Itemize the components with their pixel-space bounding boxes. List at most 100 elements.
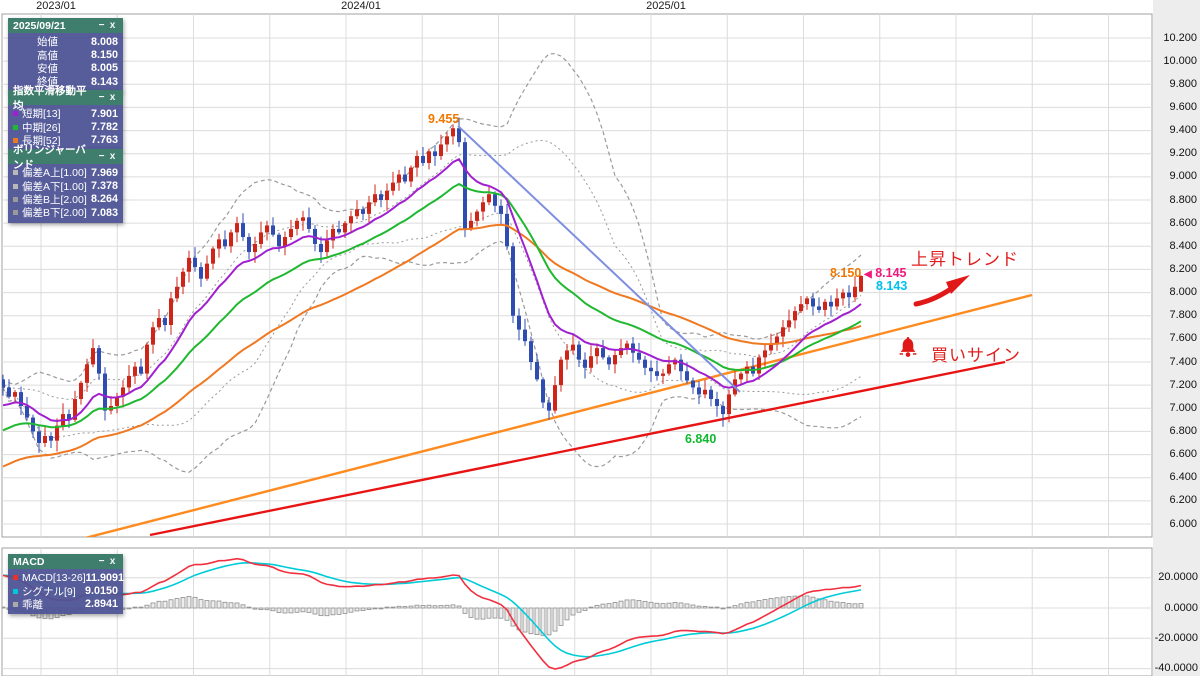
close-button[interactable]: x <box>107 556 118 567</box>
quote-panel-header: 2025/09/21 − x <box>8 18 123 33</box>
macd-histogram-bar <box>174 598 180 609</box>
signal-dot <box>13 588 18 594</box>
candle <box>595 348 599 357</box>
candle <box>85 364 89 383</box>
signal-row: シグナル[9] 9.0150 <box>8 584 123 598</box>
macd-panel-body: MACD[13-26] 11.9091 シグナル[9] 9.0150 乖離 2.894… <box>8 569 124 615</box>
candle <box>229 232 233 247</box>
high-row: 高値 8.150 <box>37 49 118 62</box>
candle <box>691 380 695 388</box>
candle <box>655 371 659 376</box>
candle <box>625 343 629 349</box>
macd-histogram-bar <box>480 607 486 620</box>
macd-histogram-bar <box>132 606 138 609</box>
candle <box>685 371 689 381</box>
macd-histogram-bar <box>798 595 804 609</box>
candle <box>529 341 533 362</box>
candle <box>505 213 509 247</box>
candle <box>631 343 635 353</box>
candle <box>25 405 29 418</box>
candle <box>175 286 179 299</box>
quote-date-title: 2025/09/21 <box>13 19 66 32</box>
close-button[interactable]: x <box>107 92 118 103</box>
quote-panel[interactable]: 2025/09/21 − x 始値 8.008 高値 8.150 安値 8.005 終… <box>8 18 123 92</box>
candle <box>535 362 539 380</box>
candle <box>403 174 407 182</box>
candle <box>817 306 821 310</box>
candle <box>763 350 767 358</box>
candle <box>223 239 227 247</box>
macd-histogram-bar <box>138 606 144 609</box>
candle <box>451 128 455 137</box>
macd-histogram-bar <box>774 597 780 609</box>
macd-histogram-bar <box>390 606 396 609</box>
bollinger-panel[interactable]: ボリンジャーバンド − x 偏差A上[1.00] 7.969 偏差A下[1.00]… <box>8 144 123 223</box>
minimize-button[interactable]: − <box>96 556 107 567</box>
ema-panel-header: 指数平滑移動平均 − x <box>8 85 123 112</box>
macd-histogram-bar <box>162 600 168 609</box>
macd-histogram-bar <box>636 600 642 609</box>
macd-histogram-bar <box>240 604 246 609</box>
candle <box>709 389 713 400</box>
macd-histogram-bar <box>732 605 738 609</box>
macd-histogram-bar <box>630 599 636 609</box>
candle <box>409 167 413 182</box>
candle <box>613 355 617 365</box>
macd-histogram-bar <box>354 607 360 612</box>
price-macd-chart-canvas[interactable] <box>0 0 1200 676</box>
candle <box>193 257 197 268</box>
candle <box>553 385 557 411</box>
macd-histogram-bar <box>642 601 648 609</box>
macd-histogram-bar <box>594 604 600 609</box>
macd-histogram-bar <box>486 607 492 619</box>
macd-histogram-bar <box>402 606 408 609</box>
macd-panel[interactable]: MACD − x MACD[13-26] 11.9091 シグナル[9] 9.015… <box>8 554 124 615</box>
candle <box>601 348 605 358</box>
candle <box>697 387 701 395</box>
candle <box>757 357 761 374</box>
macd-histogram-bar <box>264 607 270 611</box>
macd-histogram-bar <box>684 603 690 609</box>
minimize-button[interactable]: − <box>96 151 107 162</box>
macd-histogram-bar <box>198 599 204 609</box>
macd-histogram-bar <box>216 600 222 609</box>
macd-histogram-bar <box>186 596 192 609</box>
candle <box>127 375 131 388</box>
candle <box>445 136 449 145</box>
candle <box>787 320 791 328</box>
candle <box>259 232 263 244</box>
candle <box>793 311 797 321</box>
macd-dot <box>13 575 18 581</box>
macd-histogram-bar <box>342 607 348 614</box>
macd-histogram-bar <box>534 607 540 635</box>
candle <box>319 243 323 253</box>
candle <box>823 301 827 310</box>
candle <box>547 402 551 411</box>
minimize-button[interactable]: − <box>96 20 107 31</box>
candle <box>103 373 107 411</box>
candle <box>415 156 419 168</box>
macd-histogram-bar <box>762 599 768 609</box>
candle <box>157 318 161 328</box>
macd-histogram-bar <box>588 606 594 609</box>
macd-histogram-bar <box>654 602 660 609</box>
divergence-dot <box>13 601 18 607</box>
macd-histogram-bar <box>336 607 342 615</box>
candle <box>37 431 41 443</box>
close-button[interactable]: x <box>107 151 118 162</box>
candle <box>583 359 587 368</box>
candle <box>433 151 437 157</box>
macd-histogram-bar <box>714 606 720 609</box>
candle <box>523 329 527 342</box>
candle <box>349 216 353 224</box>
macd-histogram-bar <box>300 607 306 613</box>
candle <box>295 220 299 229</box>
macd-histogram-bar <box>156 600 162 609</box>
candle <box>277 234 281 247</box>
candle <box>271 225 275 235</box>
minimize-button[interactable]: − <box>96 92 107 103</box>
macd-histogram-bar <box>474 607 480 620</box>
candle <box>805 298 809 305</box>
close-button[interactable]: x <box>107 20 118 31</box>
macd-histogram-bar <box>828 600 834 609</box>
